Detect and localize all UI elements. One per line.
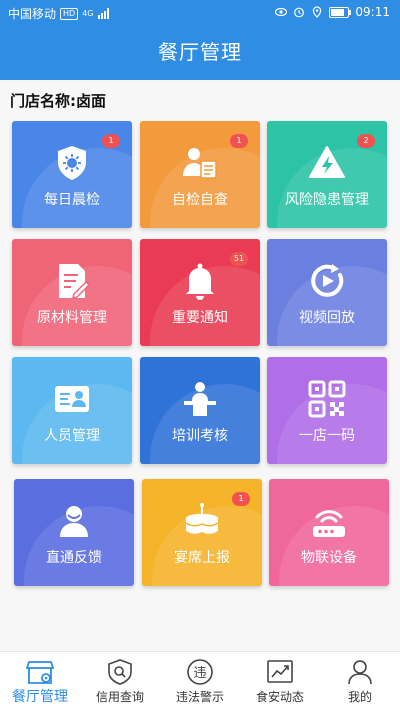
status-bar: 中国移动 HD 4G 09:11 xyxy=(0,0,400,26)
tab-food-safety-news[interactable]: 食安动态 xyxy=(240,652,320,712)
id-card-icon xyxy=(55,386,89,412)
router-icon xyxy=(313,510,345,537)
carrier-name: 中国移动 xyxy=(8,7,57,21)
tab-label: 信用查询 xyxy=(95,690,144,704)
bell-icon xyxy=(186,263,214,300)
podium-icon xyxy=(184,382,216,416)
tile-self-check[interactable]: 自检自查 1 xyxy=(140,121,260,228)
eye-icon xyxy=(275,7,288,17)
tile-label: 视频回放 xyxy=(299,310,355,326)
video-replay-icon xyxy=(311,264,344,297)
network-type: 4G xyxy=(82,9,94,18)
tile-morning-check[interactable]: 每日晨检 1 xyxy=(12,121,132,228)
tile-label: 物联设备 xyxy=(301,550,357,566)
user-feedback-icon xyxy=(60,506,88,537)
banquet-table-icon xyxy=(185,503,219,534)
virus-shield-icon xyxy=(58,146,86,180)
tab-violation-warning[interactable]: 违 违法警示 xyxy=(160,652,240,712)
notification-badge: 1 xyxy=(232,492,250,506)
document-edit-icon xyxy=(59,264,91,300)
tile-label: 每日晨检 xyxy=(44,192,100,208)
warning-icon xyxy=(309,146,345,178)
location-icon xyxy=(313,6,322,18)
signal-icon xyxy=(97,8,109,19)
tile-risk-management[interactable]: 风险隐患管理 2 xyxy=(267,121,387,228)
tab-label: 违法警示 xyxy=(175,690,224,704)
tile-label: 直通反馈 xyxy=(46,550,102,566)
tile-training[interactable]: 培训考核 xyxy=(140,357,260,464)
tab-mine[interactable]: 我的 xyxy=(320,652,400,712)
alarm-icon xyxy=(294,7,305,18)
tab-label: 餐厅管理 xyxy=(12,689,68,705)
tile-raw-materials[interactable]: 原材料管理 xyxy=(12,239,132,346)
tile-label: 宴席上报 xyxy=(174,550,230,566)
tile-label: 重要通知 xyxy=(172,310,228,326)
tab-restaurant-management[interactable]: 餐厅管理 xyxy=(0,652,80,712)
tile-banquet-report[interactable]: 宴席上报 1 xyxy=(142,479,262,586)
page-title: 餐厅管理 xyxy=(0,26,400,80)
tile-label: 一店一码 xyxy=(299,428,355,444)
tab-label: 食安动态 xyxy=(255,690,304,704)
user-icon xyxy=(348,660,372,685)
tile-direct-feedback[interactable]: 直通反馈 xyxy=(14,479,134,586)
hd-badge: HD xyxy=(60,7,79,20)
bottom-tab-bar: 餐厅管理 信用查询 违 违法警示 食安动态 我的 xyxy=(0,651,400,712)
battery-icon xyxy=(329,6,352,18)
tile-label: 风险隐患管理 xyxy=(285,192,369,208)
notification-badge: 2 xyxy=(357,134,375,148)
self-check-icon xyxy=(183,148,217,179)
tile-label: 人员管理 xyxy=(44,428,100,444)
store-name: 门店名称:卤面 xyxy=(10,92,106,110)
notification-badge: 51 xyxy=(230,252,248,266)
tile-label: 自检自查 xyxy=(172,192,228,208)
violation-icon: 违 xyxy=(187,659,213,685)
status-time: 09:11 xyxy=(355,5,390,19)
tab-label: 我的 xyxy=(347,690,372,704)
tile-iot-devices[interactable]: 物联设备 xyxy=(269,479,389,586)
shield-search-icon xyxy=(108,659,132,685)
trend-chart-icon xyxy=(267,660,293,683)
tile-label: 培训考核 xyxy=(172,428,228,444)
notification-badge: 1 xyxy=(230,134,248,148)
tile-label: 原材料管理 xyxy=(37,310,107,326)
notification-badge: 1 xyxy=(102,134,120,148)
tile-video-replay[interactable]: 视频回放 xyxy=(267,239,387,346)
svg-text:违: 违 xyxy=(193,666,206,681)
tile-notices[interactable]: 重要通知 51 xyxy=(140,239,260,346)
tab-credit-query[interactable]: 信用查询 xyxy=(80,652,160,712)
qr-code-icon xyxy=(308,380,346,418)
tile-store-code[interactable]: 一店一码 xyxy=(267,357,387,464)
restaurant-gear-icon xyxy=(25,661,55,684)
tile-staff-management[interactable]: 人员管理 xyxy=(12,357,132,464)
